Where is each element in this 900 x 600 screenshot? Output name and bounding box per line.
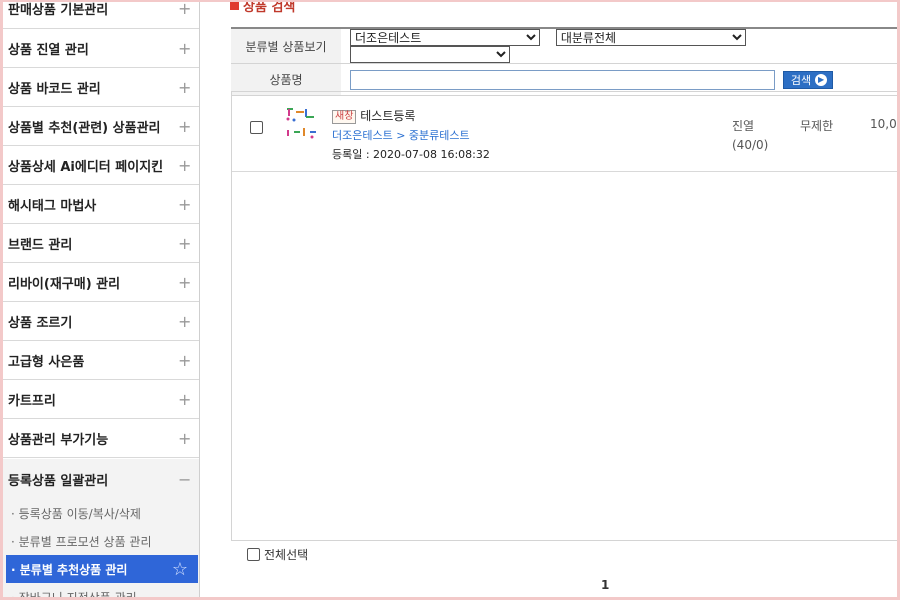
star-icon[interactable]: ☆	[172, 559, 188, 580]
sidebar-item-label: 브랜드 관리	[8, 237, 73, 253]
plus-icon[interactable]: +	[178, 312, 191, 331]
sidebar-item-label: 리바이(재구매) 관리	[8, 276, 121, 292]
pagination-page[interactable]: 1	[601, 578, 609, 592]
search-button[interactable]: 검색 ▶	[782, 70, 834, 89]
plus-icon[interactable]: +	[178, 351, 191, 370]
sidebar-item-extra[interactable]: 상품관리 부가기능 +	[3, 419, 199, 458]
category-label: 분류별 상품보기	[231, 28, 341, 64]
sidebar-item-label: 상품별 추천(관련) 상품관리	[8, 120, 161, 136]
minus-icon[interactable]: −	[178, 470, 191, 489]
plus-icon[interactable]: +	[178, 195, 191, 214]
category-field: 더조은테스트 대분류전체	[341, 28, 897, 64]
window-frame: 판매상품 기본관리 + 상품 진열 관리 + 상품 바코드 관리 + 상품별 추…	[0, 0, 900, 600]
row-checkbox[interactable]	[250, 121, 263, 134]
submenu-item-label: · 등록상품 이동/복사/삭제	[11, 506, 141, 521]
sidebar-item-bulk[interactable]: 등록상품 일괄관리 −	[3, 459, 199, 499]
registered-date: 등록일 : 2020-07-08 16:08:32	[332, 148, 490, 161]
sidebar-item-label: 상품 바코드 관리	[8, 81, 101, 97]
plus-icon[interactable]: +	[178, 234, 191, 253]
sidebar-item-label: 상품 조르기	[8, 315, 73, 331]
plus-icon[interactable]: +	[178, 117, 191, 136]
sidebar-item-ai-editor[interactable]: 상품상세 Ai에디터 페이지킨 +	[3, 146, 199, 185]
plus-icon[interactable]: +	[178, 78, 191, 97]
category-select-2[interactable]: 대분류전체	[555, 29, 746, 46]
sidebar-item-display[interactable]: 상품 진열 관리 +	[3, 29, 199, 68]
display-count: (40/0)	[732, 138, 769, 152]
list-item: 새창 테스트등록 더조은테스트 > 중분류테스트 등록일 : 2020-07-0…	[232, 92, 897, 172]
results-list: 새창 테스트등록 더조은테스트 > 중분류테스트 등록일 : 2020-07-0…	[231, 91, 897, 541]
arrow-right-icon: ▶	[815, 73, 828, 86]
sidebar-item-basic[interactable]: 판매상품 기본관리 +	[3, 2, 199, 29]
submenu-item-recommend-active[interactable]: · 분류별 추천상품 관리 ☆	[6, 555, 198, 583]
display-status-label: 진열	[732, 119, 755, 133]
sidebar-item-label: 상품관리 부가기능	[8, 432, 109, 448]
submenu-item-label: · 분류별 프로모션 상품 관리	[11, 534, 152, 549]
plus-icon[interactable]: +	[178, 39, 191, 58]
section-title: 상품 검색	[230, 0, 296, 15]
section-title-text: 상품 검색	[243, 0, 296, 15]
sidebar: 판매상품 기본관리 + 상품 진열 관리 + 상품 바코드 관리 + 상품별 추…	[3, 2, 200, 600]
sidebar-item-label: 상품 진열 관리	[8, 42, 89, 58]
main-content: 상품 검색 분류별 상품보기 더조은테스트 대분류전체 상품명 검색 ▶ 새창 …	[200, 0, 897, 597]
select-all[interactable]: 전체선택	[247, 546, 308, 563]
sidebar-item-recommend[interactable]: 상품별 추천(관련) 상품관리 +	[3, 107, 199, 146]
search-form: 분류별 상품보기 더조은테스트 대분류전체 상품명 검색 ▶	[231, 27, 897, 96]
category-path-link[interactable]: 더조은테스트 > 중분류테스트	[332, 126, 490, 145]
sidebar-item-cartfree[interactable]: 카트프리 +	[3, 380, 199, 419]
new-window-badge[interactable]: 새창	[332, 110, 357, 124]
plus-icon[interactable]: +	[178, 390, 191, 409]
select-all-label: 전체선택	[264, 548, 309, 562]
sidebar-item-gift[interactable]: 고급형 사은품 +	[3, 341, 199, 380]
select-all-checkbox[interactable]	[247, 548, 260, 561]
submenu-item-promotion[interactable]: · 분류별 프로모션 상품 관리	[3, 527, 199, 555]
bullet-icon	[230, 2, 239, 10]
sidebar-item-label: 해시태그 마법사	[8, 198, 97, 214]
sidebar-item-label: 고급형 사은품	[8, 354, 85, 370]
plus-icon[interactable]: +	[178, 156, 191, 175]
plus-icon[interactable]: +	[178, 273, 191, 292]
sidebar-item-brand[interactable]: 브랜드 관리 +	[3, 224, 199, 263]
sidebar-item-label: 카트프리	[8, 393, 56, 409]
sidebar-item-label: 등록상품 일괄관리	[8, 473, 109, 489]
product-thumbnail[interactable]	[284, 106, 320, 140]
sidebar-item-wish[interactable]: 상품 조르기 +	[3, 302, 199, 341]
submenu-item-move-copy-delete[interactable]: · 등록상품 이동/복사/삭제	[3, 499, 199, 527]
category-select-1[interactable]: 더조은테스트	[350, 29, 540, 46]
sidebar-item-hashtag[interactable]: 해시태그 마법사 +	[3, 185, 199, 224]
sidebar-item-barcode[interactable]: 상품 바코드 관리 +	[3, 68, 199, 107]
category-select-3[interactable]	[350, 46, 510, 63]
submenu-item-label: · 장바구니 지정상품 관리	[11, 590, 137, 600]
sidebar-item-label: 판매상품 기본관리	[8, 3, 109, 18]
plus-icon[interactable]: +	[178, 2, 191, 18]
submenu-item-label: · 분류별 추천상품 관리	[11, 562, 128, 577]
submenu-item-cart[interactable]: · 장바구니 지정상품 관리	[3, 583, 199, 600]
search-button-label: 검색	[790, 73, 812, 87]
product-name[interactable]: 테스트등록	[360, 109, 415, 123]
sidebar-item-rebuy[interactable]: 리바이(재구매) 관리 +	[3, 263, 199, 302]
price-value: 10,000	[870, 117, 897, 131]
sidebar-item-label: 상품상세 Ai에디터 페이지킨	[8, 159, 164, 175]
product-name-input[interactable]	[350, 69, 775, 90]
submenu: · 등록상품 이동/복사/삭제 · 분류별 프로모션 상품 관리 · 분류별 추…	[3, 499, 199, 600]
stock-value: 무제한	[800, 119, 834, 133]
plus-icon[interactable]: +	[178, 429, 191, 448]
product-info: 새창 테스트등록 더조은테스트 > 중분류테스트 등록일 : 2020-07-0…	[332, 107, 490, 164]
display-status: 진열 (40/0)	[732, 117, 768, 155]
